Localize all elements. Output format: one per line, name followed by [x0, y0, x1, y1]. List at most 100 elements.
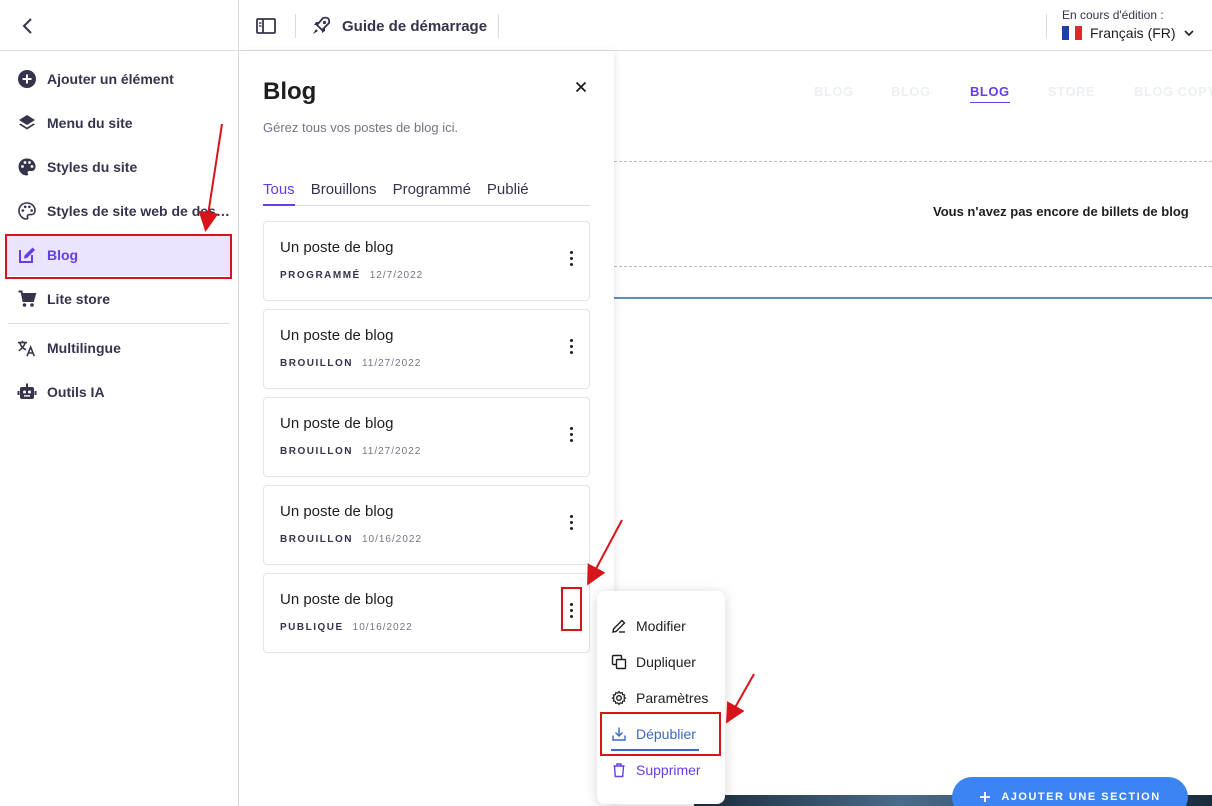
post-title: Un poste de blog: [280, 591, 394, 608]
sidebar-item-lite-store[interactable]: Lite store: [6, 278, 231, 320]
more-options-button[interactable]: [562, 246, 580, 270]
sidebar-item-site-styles[interactable]: Styles du site: [6, 146, 231, 188]
site-nav-item[interactable]: BLOG: [891, 84, 931, 99]
gear-icon: [611, 690, 627, 706]
site-nav-item[interactable]: BLOG COPY: [1134, 84, 1212, 99]
post-title: Un poste de blog: [280, 503, 394, 520]
post-meta: BROUILLON 11/27/2022: [280, 358, 421, 369]
more-vertical-icon: [569, 602, 573, 606]
add-section-button[interactable]: AJOUTER UNE SECTION: [952, 777, 1188, 806]
top-bar-separator: [498, 14, 499, 38]
menu-item-duplicate[interactable]: Dupliquer: [611, 649, 696, 675]
sidebar-item-ai-tools[interactable]: Outils IA: [6, 371, 231, 413]
top-bar: Guide de démarrage En cours d'édition : …: [0, 0, 1212, 51]
top-bar-divider: [238, 0, 239, 51]
empty-blog-message: Vous n'avez pas encore de billets de blo…: [933, 204, 1189, 219]
language-label: Français (FR): [1090, 25, 1176, 41]
post-status: BROUILLON: [280, 358, 353, 369]
site-nav-item[interactable]: STORE: [1048, 84, 1095, 99]
post-status: BROUILLON: [280, 534, 353, 545]
post-title: Un poste de blog: [280, 327, 394, 344]
robot-icon: [17, 382, 37, 402]
france-flag-icon: [1062, 26, 1083, 40]
sidebar-item-label: Menu du site: [47, 115, 133, 131]
top-bar-separator: [1046, 14, 1047, 38]
tab-drafts[interactable]: Brouillons: [311, 181, 377, 206]
post-meta: BROUILLON 11/27/2022: [280, 446, 421, 457]
menu-item-focus-underline: [611, 749, 699, 751]
menu-item-label: Supprimer: [636, 762, 701, 778]
blog-post-card[interactable]: Un poste de blog BROUILLON 10/16/2022: [263, 485, 590, 565]
sidebar-item-label: Blog: [47, 247, 79, 263]
add-section-label: AJOUTER UNE SECTION: [1001, 791, 1161, 803]
tab-all[interactable]: Tous: [263, 181, 295, 206]
panel-subtitle: Gérez tous vos postes de blog ici.: [263, 120, 459, 135]
tab-published[interactable]: Publié: [487, 181, 529, 206]
post-context-menu: Modifier Dupliquer Paramètres Dépublier …: [597, 591, 725, 804]
site-nav-item-active[interactable]: BLOG: [970, 84, 1010, 103]
menu-item-unpublish[interactable]: Dépublier: [611, 721, 696, 747]
more-options-button[interactable]: [562, 422, 580, 446]
menu-item-label: Dépublier: [636, 726, 696, 742]
menu-item-delete[interactable]: Supprimer: [611, 757, 701, 783]
post-status: PUBLIQUE: [280, 622, 344, 633]
post-title: Un poste de blog: [280, 239, 394, 256]
language-selector: En cours d'édition : Français (FR): [1062, 8, 1194, 41]
getting-started-guide-button[interactable]: Guide de démarrage: [310, 13, 487, 39]
sidebar-item-label: Ajouter un élément: [47, 71, 174, 87]
sidebar-item-label: Outils IA: [47, 384, 105, 400]
close-panel-button[interactable]: [569, 75, 593, 99]
more-vertical-icon: [569, 426, 573, 430]
back-button[interactable]: [14, 12, 42, 40]
trash-icon: [613, 763, 625, 778]
post-date: 12/7/2022: [369, 270, 424, 281]
cart-icon: [17, 289, 37, 309]
chevron-down-icon: [1183, 30, 1194, 37]
blog-panel: Blog Gérez tous vos postes de blog ici. …: [239, 51, 614, 806]
editor-sidebar: Ajouter un élément Menu du site Styles d…: [0, 51, 239, 806]
layout-toggle-button[interactable]: [254, 14, 278, 38]
duplicate-icon: [611, 654, 627, 670]
menu-item-label: Dupliquer: [636, 654, 696, 670]
post-title: Un poste de blog: [280, 415, 394, 432]
blog-post-card[interactable]: Un poste de blog PUBLIQUE 10/16/2022: [263, 573, 590, 653]
sidebar-item-blog[interactable]: Blog: [6, 234, 231, 276]
menu-item-settings[interactable]: Paramètres: [611, 685, 708, 711]
guide-label: Guide de démarrage: [342, 17, 488, 35]
more-options-button[interactable]: [562, 598, 580, 622]
more-options-button[interactable]: [562, 334, 580, 358]
translate-icon: [17, 338, 37, 358]
palette-outline-icon: [17, 201, 37, 221]
post-meta: BROUILLON 10/16/2022: [280, 534, 422, 545]
sidebar-item-add-element[interactable]: Ajouter un élément: [6, 58, 231, 100]
post-status: PROGRAMMÉ: [280, 270, 361, 281]
post-date: 10/16/2022: [361, 534, 423, 545]
sidebar-item-design-styles[interactable]: Styles de site web de design: [6, 190, 231, 232]
selected-section-outline: [614, 297, 1212, 299]
sidebar-divider: [8, 323, 230, 324]
more-options-button[interactable]: [562, 510, 580, 534]
post-filter-tabs: Tous Brouillons Programmé Publié: [263, 181, 590, 206]
download-icon: [612, 727, 626, 741]
menu-item-label: Modifier: [636, 618, 686, 634]
top-bar-separator: [295, 14, 296, 38]
post-meta: PUBLIQUE 10/16/2022: [280, 622, 413, 633]
post-meta: PROGRAMMÉ 12/7/2022: [280, 270, 423, 281]
layers-icon: [17, 113, 37, 133]
blog-post-card[interactable]: Un poste de blog BROUILLON 11/27/2022: [263, 309, 590, 389]
menu-item-edit[interactable]: Modifier: [611, 613, 686, 639]
plus-icon: [980, 792, 991, 802]
site-navigation: BLOG BLOG BLOG STORE BLOG COPY: [614, 84, 1212, 104]
language-dropdown[interactable]: Français (FR): [1062, 25, 1194, 41]
blog-post-card[interactable]: Un poste de blog PROGRAMMÉ 12/7/2022: [263, 221, 590, 301]
sidebar-item-multilingual[interactable]: Multilingue: [6, 327, 231, 369]
blog-post-card[interactable]: Un poste de blog BROUILLON 11/27/2022: [263, 397, 590, 477]
tab-scheduled[interactable]: Programmé: [393, 181, 471, 206]
site-nav-item[interactable]: BLOG: [814, 84, 854, 99]
sidebar-item-site-menu[interactable]: Menu du site: [6, 102, 231, 144]
more-vertical-icon: [569, 514, 573, 518]
plus-circle-icon: [17, 69, 37, 89]
more-vertical-icon: [569, 338, 573, 342]
post-date: 10/16/2022: [352, 622, 413, 633]
sidebar-item-label: Styles du site: [47, 159, 138, 175]
